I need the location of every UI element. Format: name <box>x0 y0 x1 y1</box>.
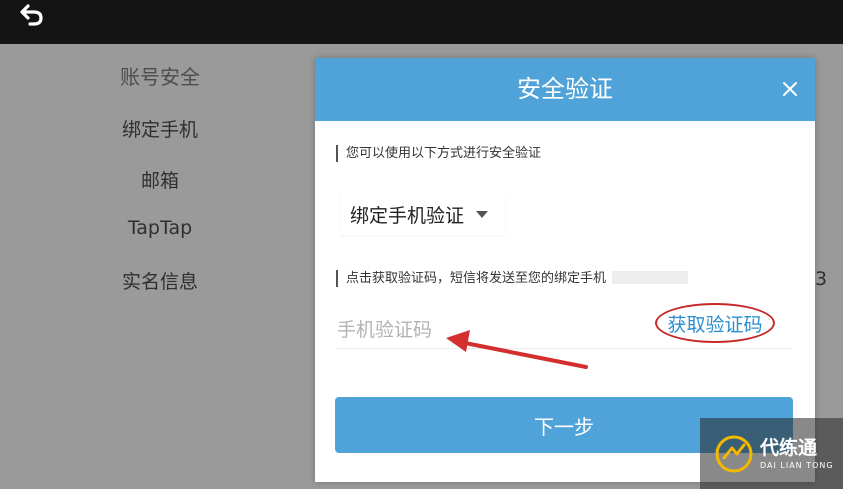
watermark-logo-icon <box>715 435 753 472</box>
verification-method-value: 绑定手机验证 <box>350 204 465 227</box>
sidebar-title: 账号安全 <box>120 65 200 89</box>
verification-method-select[interactable]: 绑定手机验证 <box>340 193 505 235</box>
top-bar <box>0 0 843 44</box>
sidebar-item-email[interactable]: 邮箱 <box>60 166 260 193</box>
dialog-header: 安全验证 <box>315 58 815 121</box>
back-arrow-icon <box>20 4 43 26</box>
sidebar-item-real-name[interactable]: 实名信息 <box>60 267 260 294</box>
sidebar-item-bind-phone[interactable]: 绑定手机 <box>60 115 260 142</box>
get-code-button[interactable]: 获取验证码 <box>655 303 775 343</box>
caret-down-icon <box>476 210 489 218</box>
red-annotation-arrow-icon <box>446 330 588 369</box>
verification-methods-hint: 您可以使用以下方式进行安全验证 <box>336 145 541 162</box>
watermark-name-cn: 代练通 <box>760 437 818 459</box>
masked-phone-number <box>612 271 689 284</box>
watermark-name-en: DAI LIAN TONG <box>760 461 834 470</box>
settings-sidebar: 账号安全 绑定手机 邮箱 TapTap 实名信息 <box>60 44 260 489</box>
watermark-badge: 代练通 DAI LIAN TONG <box>700 418 843 489</box>
background-value-fragment: 3 <box>815 268 828 290</box>
dialog-title: 安全验证 <box>517 75 613 103</box>
sms-hint: 点击获取验证码，短信将发送至您的绑定手机 <box>336 270 689 287</box>
sms-hint-text: 点击获取验证码，短信将发送至您的绑定手机 <box>346 271 607 286</box>
close-button[interactable] <box>775 74 805 104</box>
back-button[interactable] <box>14 0 50 30</box>
sidebar-item-taptap[interactable]: TapTap <box>60 217 260 239</box>
watermark-text: 代练通 DAI LIAN TONG <box>760 437 834 470</box>
close-icon <box>783 82 797 96</box>
